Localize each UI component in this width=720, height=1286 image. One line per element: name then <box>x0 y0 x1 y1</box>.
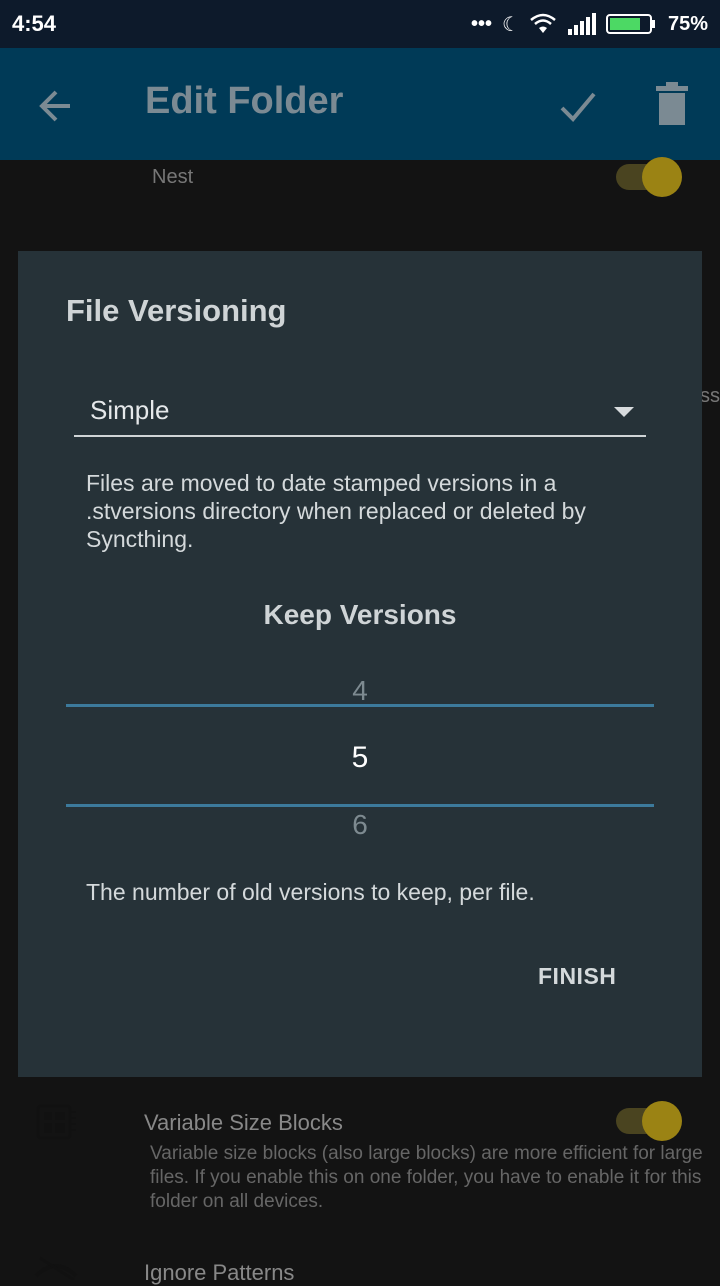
wifi-icon <box>530 13 556 33</box>
toggle-knob <box>642 157 682 197</box>
picker-divider-bottom <box>66 804 654 807</box>
app-bar: Edit Folder <box>0 48 720 160</box>
versioning-type-select[interactable]: Simple <box>74 389 646 437</box>
status-icons: ••• ☾ 75% <box>471 12 708 37</box>
partial-text: ss <box>700 385 720 407</box>
moon-icon: ☾ <box>502 13 520 36</box>
page-title: Edit Folder <box>145 80 344 122</box>
variable-blocks-toggle[interactable] <box>616 1101 682 1141</box>
versioning-description: Files are moved to date stamped versions… <box>86 470 586 552</box>
more-dots-icon: ••• <box>471 12 493 35</box>
battery-icon <box>605 14 655 34</box>
picker-next[interactable]: 6 <box>18 809 702 841</box>
variable-blocks-description: Variable size blocks (also large blocks)… <box>150 1143 703 1212</box>
battery-percent: 75% <box>667 12 708 35</box>
picker-divider-top <box>66 704 654 707</box>
variable-blocks-title: Variable Size Blocks <box>144 1110 343 1135</box>
nest-toggle[interactable] <box>616 157 682 197</box>
eye-off-icon <box>34 1256 78 1280</box>
check-icon[interactable] <box>556 84 600 128</box>
dropdown-arrow-icon <box>614 407 634 417</box>
status-time: 4:54 <box>12 11 57 36</box>
blocks-icon <box>36 1104 76 1140</box>
status-bar: 4:54 ••• ☾ 75% <box>0 0 720 48</box>
delete-icon[interactable] <box>654 82 690 126</box>
picker-previous[interactable]: 4 <box>18 675 702 707</box>
back-arrow-icon[interactable] <box>36 86 76 126</box>
signal-icon <box>567 13 596 35</box>
dialog-title: File Versioning <box>66 293 287 328</box>
toggle-knob <box>642 1101 682 1141</box>
nest-label: Nest <box>152 166 194 188</box>
finish-button[interactable]: FINISH <box>538 963 616 990</box>
keep-versions-label: Keep Versions <box>263 599 457 630</box>
picker-current[interactable]: 5 <box>18 741 702 775</box>
ignore-patterns-label[interactable]: Ignore Patterns <box>144 1260 294 1286</box>
versioning-type-value: Simple <box>90 395 170 425</box>
file-versioning-dialog: File Versioning Simple Files are moved t… <box>18 251 702 1077</box>
keep-versions-hint: The number of old versions to keep, per … <box>86 879 535 905</box>
